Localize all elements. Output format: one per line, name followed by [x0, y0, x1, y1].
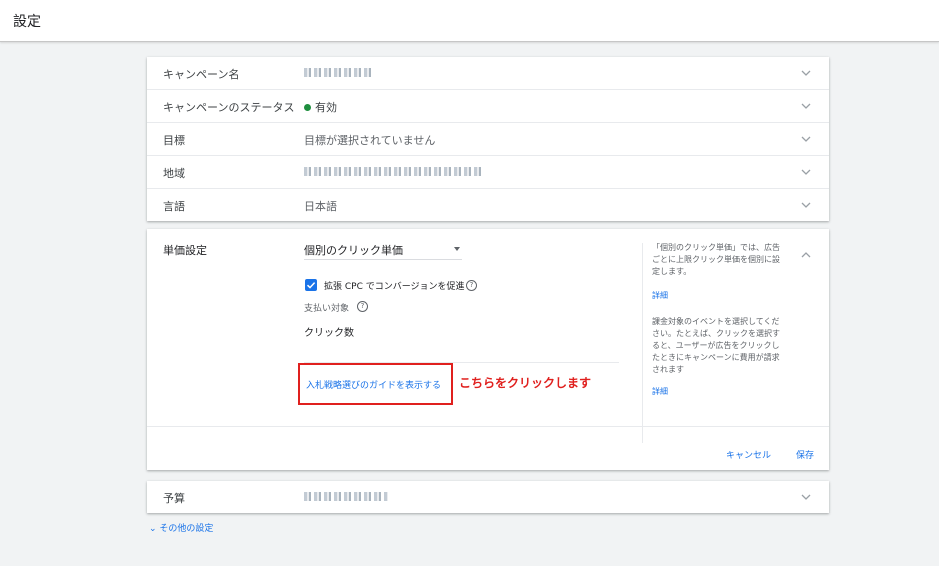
campaign-name-label: キャンペーン名 [163, 68, 240, 81]
enhanced-cpc-checkbox[interactable] [305, 279, 317, 291]
chevron-up-icon[interactable] [801, 245, 811, 264]
pay-for-value: クリック数 [304, 328, 354, 339]
budget-card: 予算 [147, 481, 829, 513]
save-button[interactable]: 保存 [796, 448, 814, 461]
bidding-card: 単価設定 個別のクリック単価 拡張 CPC でコンバージョンを促進 ? 支払い対… [147, 229, 829, 470]
help-panel: 「個別のクリック単価」では、広告ごとに上限クリック単価を個別に設定します。 詳細… [652, 242, 787, 398]
checkbox-checked-icon [306, 282, 316, 289]
row-location[interactable]: 地域 [147, 156, 829, 189]
budget-label: 予算 [163, 492, 185, 505]
more-settings-link[interactable]: ⌄ その他の設定 [149, 521, 213, 534]
bid-strategy-select[interactable]: 個別のクリック単価 [304, 237, 462, 260]
learn-more-link[interactable]: 詳細 [652, 386, 787, 398]
row-language[interactable]: 言語 日本語 [147, 189, 829, 221]
status-text: 有効 [315, 101, 337, 114]
learn-more-link[interactable]: 詳細 [652, 290, 787, 302]
chevron-down-icon[interactable] [801, 492, 811, 502]
help-text-payment: 課金対象のイベントを選択してください。たとえば、クリックを選択すると、ユーザーが… [652, 317, 780, 374]
campaign-status-label: キャンペーンのステータス [163, 101, 295, 114]
campaign-status-value: 有効 [304, 99, 337, 115]
chevron-down-icon[interactable] [801, 101, 811, 111]
row-campaign-status[interactable]: キャンペーンのステータス 有効 [147, 90, 829, 123]
help-icon[interactable]: ? [357, 301, 368, 312]
status-dot-icon [304, 104, 311, 111]
help-text-strategy: 「個別のクリック単価」では、広告ごとに上限クリック単価を個別に設定します。 [652, 243, 780, 276]
campaign-name-value [304, 66, 374, 79]
enhanced-cpc-label: 拡張 CPC でコンバージョンを促進 [324, 282, 465, 292]
caret-down-icon [454, 247, 460, 251]
bid-strategy-value: 個別のクリック単価 [304, 244, 403, 257]
location-value [304, 165, 484, 178]
goal-label: 目標 [163, 134, 185, 147]
location-label: 地域 [163, 167, 185, 180]
pay-for-label: 支払い対象 [304, 304, 350, 314]
chevron-down-icon[interactable] [801, 200, 811, 210]
cancel-button[interactable]: キャンセル [726, 448, 771, 461]
chevron-down-icon[interactable] [801, 134, 811, 144]
vertical-divider [642, 243, 643, 443]
row-campaign-name[interactable]: キャンペーン名 [147, 57, 829, 90]
highlight-box: 入札戦略選びのガイドを表示する [298, 363, 453, 405]
page-title: 設定 [13, 14, 41, 30]
chevron-down-icon[interactable] [801, 68, 811, 78]
annotation-text: こちらをクリックします [459, 376, 592, 390]
settings-card: キャンペーン名 キャンペーンのステータス 有効 目標 目標が選択されていません … [147, 57, 829, 221]
chevron-down-icon[interactable] [801, 167, 811, 177]
row-goal[interactable]: 目標 目標が選択されていません [147, 123, 829, 156]
language-value: 日本語 [304, 200, 337, 213]
bidding-label: 単価設定 [163, 244, 207, 257]
budget-value [304, 490, 388, 503]
language-label: 言語 [163, 200, 185, 213]
bid-strategy-guide-link[interactable]: 入札戦略選びのガイドを表示する [306, 378, 441, 391]
top-bar: 設定 [0, 0, 939, 42]
actions-divider [147, 426, 829, 427]
goal-value: 目標が選択されていません [304, 134, 436, 147]
help-icon[interactable]: ? [466, 280, 477, 291]
row-budget[interactable]: 予算 [147, 481, 829, 513]
